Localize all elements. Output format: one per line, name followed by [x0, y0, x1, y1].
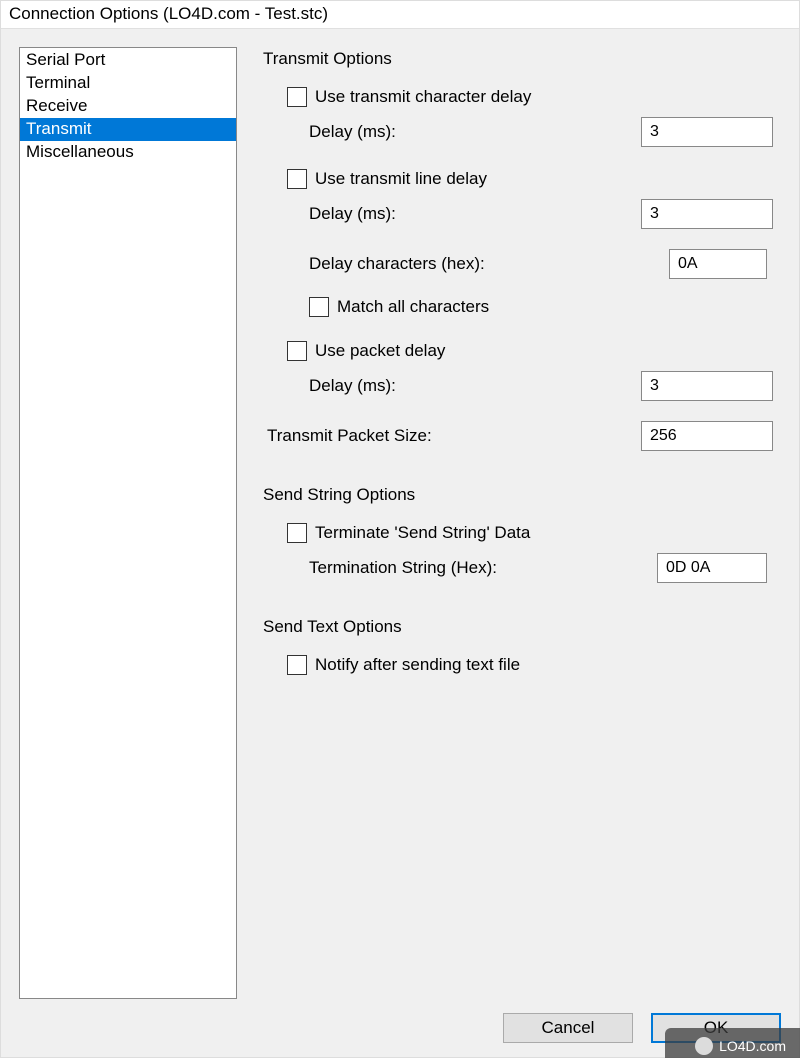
- match-all-row: Match all characters: [263, 297, 773, 317]
- send-text-options-title: Send Text Options: [263, 617, 773, 645]
- transmit-options-group: Transmit Options Use transmit character …: [255, 47, 781, 465]
- use-char-delay-row: Use transmit character delay: [263, 87, 773, 107]
- use-char-delay-label: Use transmit character delay: [315, 87, 531, 107]
- use-char-delay-checkbox[interactable]: [287, 87, 307, 107]
- sidebar-item-miscellaneous[interactable]: Miscellaneous: [20, 141, 236, 164]
- match-all-label: Match all characters: [337, 297, 489, 317]
- line-delay-row: Delay (ms):: [263, 199, 773, 229]
- termination-string-input[interactable]: [657, 553, 767, 583]
- line-delay-label: Delay (ms):: [309, 204, 396, 224]
- match-all-checkbox[interactable]: [309, 297, 329, 317]
- body: Serial Port Terminal Receive Transmit Mi…: [19, 47, 781, 999]
- dialog-footer: Cancel OK: [19, 999, 781, 1043]
- packet-size-input[interactable]: [641, 421, 773, 451]
- use-line-delay-label: Use transmit line delay: [315, 169, 487, 189]
- terminate-send-string-checkbox[interactable]: [287, 523, 307, 543]
- send-text-options-group: Send Text Options Notify after sending t…: [255, 615, 781, 689]
- packet-delay-row: Delay (ms):: [263, 371, 773, 401]
- use-line-delay-checkbox[interactable]: [287, 169, 307, 189]
- use-packet-delay-row: Use packet delay: [263, 341, 773, 361]
- termination-string-label: Termination String (Hex):: [309, 558, 497, 578]
- cancel-button[interactable]: Cancel: [503, 1013, 633, 1043]
- main-panel: Transmit Options Use transmit character …: [255, 47, 781, 999]
- transmit-options-title: Transmit Options: [263, 49, 773, 77]
- client-area: Serial Port Terminal Receive Transmit Mi…: [1, 28, 799, 1057]
- sidebar-item-serial-port[interactable]: Serial Port: [20, 49, 236, 72]
- sidebar-item-receive[interactable]: Receive: [20, 95, 236, 118]
- char-delay-label: Delay (ms):: [309, 122, 396, 142]
- packet-delay-label: Delay (ms):: [309, 376, 396, 396]
- use-line-delay-row: Use transmit line delay: [263, 169, 773, 189]
- window-title: Connection Options (LO4D.com - Test.stc): [1, 1, 799, 28]
- sidebar-item-terminal[interactable]: Terminal: [20, 72, 236, 95]
- packet-size-row: Transmit Packet Size:: [263, 421, 773, 451]
- terminate-send-string-label: Terminate 'Send String' Data: [315, 523, 530, 543]
- delay-chars-row: Delay characters (hex):: [263, 249, 773, 279]
- delay-chars-input[interactable]: [669, 249, 767, 279]
- line-delay-input[interactable]: [641, 199, 773, 229]
- use-packet-delay-label: Use packet delay: [315, 341, 445, 361]
- notify-after-send-checkbox[interactable]: [287, 655, 307, 675]
- dialog-window: Connection Options (LO4D.com - Test.stc)…: [0, 0, 800, 1058]
- notify-after-send-label: Notify after sending text file: [315, 655, 520, 675]
- char-delay-input[interactable]: [641, 117, 773, 147]
- char-delay-row: Delay (ms):: [263, 117, 773, 147]
- sidebar-item-transmit[interactable]: Transmit: [20, 118, 236, 141]
- notify-row: Notify after sending text file: [263, 655, 773, 675]
- ok-button[interactable]: OK: [651, 1013, 781, 1043]
- terminate-send-string-row: Terminate 'Send String' Data: [263, 523, 773, 543]
- send-string-options-title: Send String Options: [263, 485, 773, 513]
- category-list[interactable]: Serial Port Terminal Receive Transmit Mi…: [19, 47, 237, 999]
- packet-size-label: Transmit Packet Size:: [267, 426, 432, 446]
- use-packet-delay-checkbox[interactable]: [287, 341, 307, 361]
- termination-string-row: Termination String (Hex):: [263, 553, 773, 583]
- packet-delay-input[interactable]: [641, 371, 773, 401]
- send-string-options-group: Send String Options Terminate 'Send Stri…: [255, 483, 781, 597]
- delay-chars-label: Delay characters (hex):: [309, 254, 485, 274]
